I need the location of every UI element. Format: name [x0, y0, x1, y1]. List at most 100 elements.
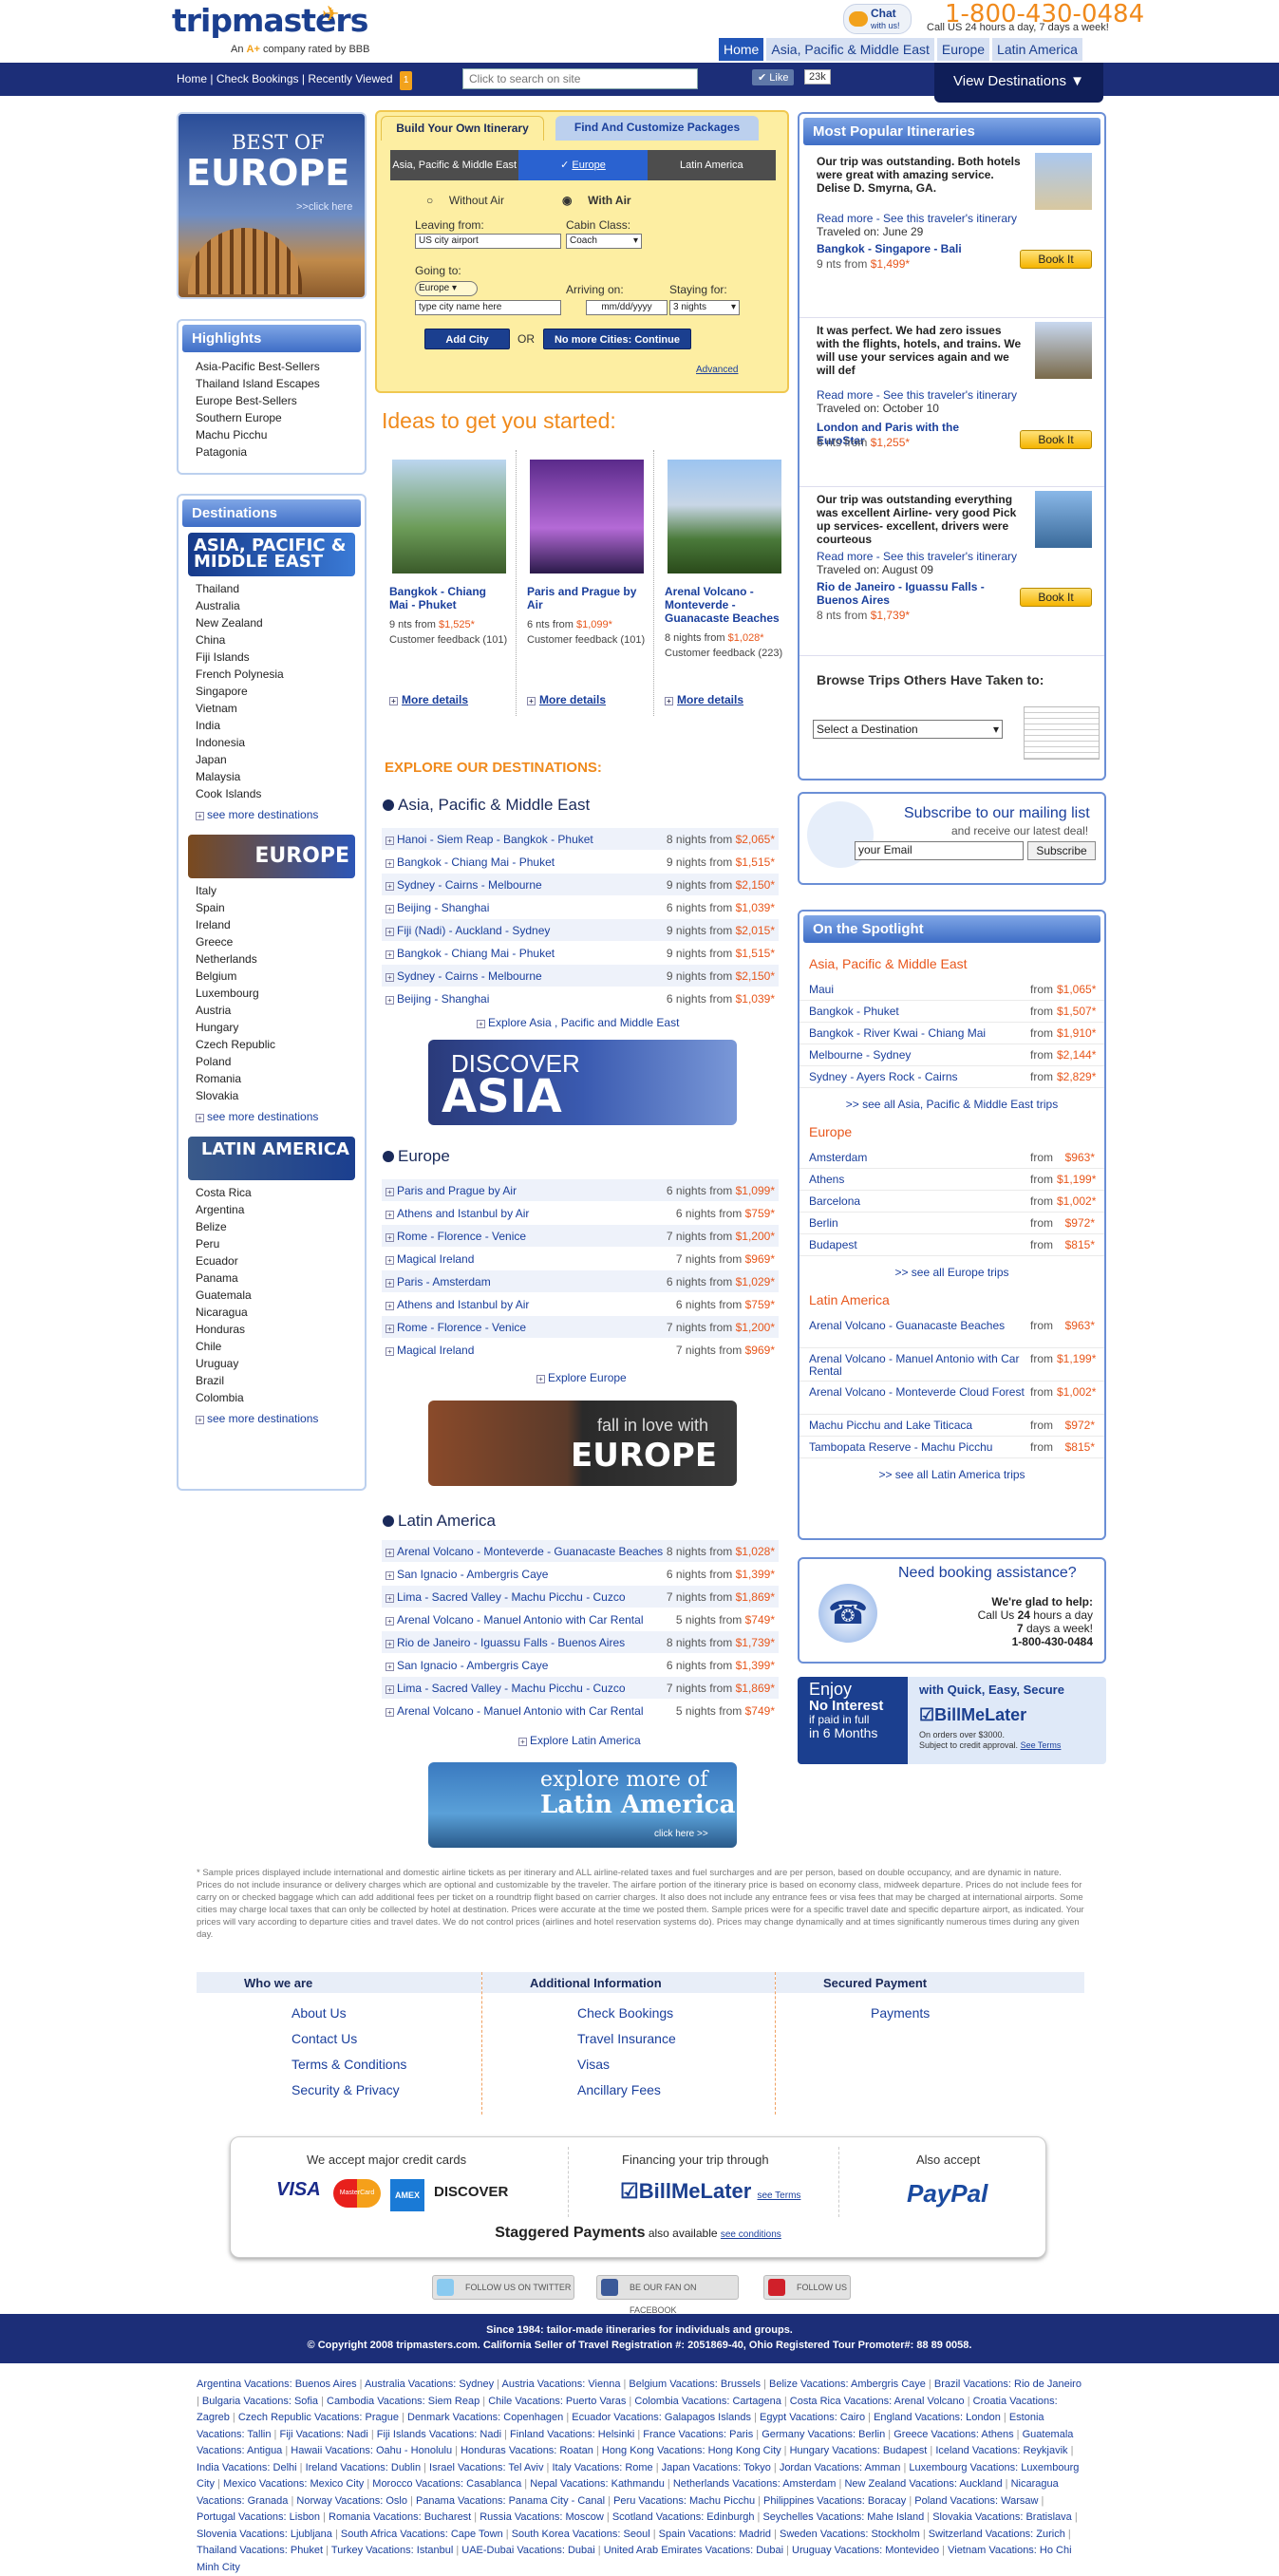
vacation-link[interactable]: Greece Vacations: Athens — [893, 2429, 1013, 2440]
europe-destination-link[interactable]: Italy — [179, 882, 365, 899]
tab-find-packages[interactable]: Find And Customize Packages — [555, 116, 759, 141]
expand-plus-icon[interactable]: + — [386, 859, 394, 868]
spotlight-name[interactable]: Barcelona — [809, 1191, 1030, 1212]
vacation-link[interactable]: UAE-Dubai Vacations: Dubai — [461, 2545, 594, 2556]
vacation-link[interactable]: Czech Republic Vacations: Prague — [238, 2412, 399, 2423]
spotlight-row[interactable]: Athens from $1,199* — [799, 1169, 1104, 1191]
latin-destination-link[interactable]: Belize — [179, 1218, 365, 1235]
trip-name[interactable]: + Paris and Prague by Air — [386, 1179, 667, 1201]
europe-destination-link[interactable]: Netherlands — [179, 950, 365, 968]
trip-name[interactable]: + Arenal Volcano - Manuel Antonio with Ca… — [386, 1608, 676, 1630]
tab-home[interactable]: Home — [719, 38, 764, 61]
idea-name[interactable]: Paris and Prague by Air — [527, 585, 644, 611]
trip-row[interactable]: + Fiji (Nadi) - Auckland - Sydney 9 nights… — [382, 919, 779, 942]
popular-trip-name[interactable]: Rio de Janeiro - Iguassu Falls - Buenos … — [817, 580, 1006, 607]
latin-destination-link[interactable]: Argentina — [179, 1201, 365, 1218]
asia-destination-link[interactable]: Vietnam — [179, 700, 365, 717]
idea-image[interactable] — [668, 460, 781, 573]
highlight-link[interactable]: Patagonia — [179, 443, 365, 461]
vacation-link[interactable]: Ireland Vacations: Dublin — [306, 2462, 421, 2473]
tab-latin-america[interactable]: Latin America — [992, 38, 1082, 61]
idea-feedback[interactable]: Customer feedback (223) — [665, 648, 792, 660]
europe-destination-link[interactable]: Romania — [179, 1070, 365, 1087]
see-conditions-link[interactable]: see conditions — [721, 2229, 781, 2240]
idea-more-details[interactable]: + More details — [665, 693, 743, 706]
staying-for-select[interactable]: 3 nights ▾ — [669, 300, 740, 315]
trip-row[interactable]: + Magical Ireland 7 nights from $969* — [382, 1248, 779, 1270]
vacation-link[interactable]: Thailand Vacations: Phuket — [197, 2545, 323, 2556]
spotlight-latin-see-all[interactable]: >> see all Latin America trips — [799, 1468, 1104, 1481]
highlight-link[interactable]: Europe Best-Sellers — [179, 392, 365, 409]
trip-name[interactable]: + San Ignacio - Ambergris Caye — [386, 1654, 667, 1676]
idea-name[interactable]: Arenal Volcano - Monteverde - Guanacaste… — [665, 585, 782, 625]
vacation-link[interactable]: Philippines Vacations: Boracay — [763, 2495, 906, 2507]
vacation-link[interactable]: Colombia Vacations: Cartagena — [634, 2396, 781, 2407]
going-to-select[interactable]: Europe ▾ — [415, 281, 478, 296]
continue-button[interactable]: No more Cities: Continue — [543, 329, 691, 349]
expand-plus-icon[interactable]: + — [386, 1663, 394, 1671]
expand-plus-icon[interactable]: + — [386, 1279, 394, 1288]
browse-destination-select[interactable]: Select a Destination ▾ — [813, 720, 1003, 739]
spotlight-row[interactable]: Berlin from $972* — [799, 1213, 1104, 1234]
bestof-click[interactable]: >>click here — [296, 201, 352, 213]
spotlight-name[interactable]: Arenal Volcano - Monteverde Cloud Forest — [809, 1382, 1030, 1414]
trip-name[interactable]: + Sydney - Cairns - Melbourne — [386, 965, 667, 987]
vacation-link[interactable]: Romania Vacations: Bucharest — [329, 2511, 471, 2523]
best-of-europe-banner[interactable]: BEST OF EUROPE >>click here — [177, 112, 367, 299]
expand-plus-icon[interactable]: + — [386, 1233, 394, 1242]
mailing-email-input[interactable]: your Email — [855, 841, 1024, 860]
vacation-link[interactable]: Brazil Vacations: Rio de Janeiro — [934, 2379, 1082, 2390]
trip-row[interactable]: + Athens and Istanbul by Air 6 nights from… — [382, 1293, 779, 1316]
trip-name[interactable]: + Arenal Volcano - Manuel Antonio with Ca… — [386, 1700, 676, 1721]
asia-destination-link[interactable]: French Polynesia — [179, 666, 365, 683]
vacation-link[interactable]: Israel Vacations: Tel Aviv — [429, 2462, 543, 2473]
logo[interactable]: tripmasters ✈ — [172, 2, 368, 40]
vacation-link[interactable]: Austria Vacations: Vienna — [501, 2379, 620, 2390]
spotlight-row[interactable]: Machu Picchu and Lake Titicaca from $972* — [799, 1415, 1104, 1437]
vacation-link[interactable]: Hawaii Vacations: Oahu - Honolulu — [291, 2445, 452, 2456]
trip-row[interactable]: + Beijing - Shanghai 6 nights from $1,039* — [382, 987, 779, 1010]
advanced-link[interactable]: Advanced — [696, 365, 738, 375]
trip-row[interactable]: + Bangkok - Chiang Mai - Phuket 9 nights f… — [382, 851, 779, 874]
vacation-link[interactable]: Chile Vacations: Puerto Varas — [488, 2396, 626, 2407]
vacation-link[interactable]: Italy Vacations: Rome — [552, 2462, 652, 2473]
spotlight-row[interactable]: Arenal Volcano - Manuel Antonio with Car… — [799, 1348, 1104, 1382]
vacation-link[interactable]: Russia Vacations: Moscow — [480, 2511, 604, 2523]
trip-name[interactable]: + Rio de Janeiro - Iguassu Falls - Buenos… — [386, 1631, 667, 1653]
latin-destination-link[interactable]: Uruguay — [179, 1355, 365, 1372]
idea-image[interactable] — [529, 460, 644, 573]
idea-image[interactable] — [391, 460, 506, 573]
trip-row[interactable]: + Bangkok - Chiang Mai - Phuket 9 nights f… — [382, 942, 779, 965]
popular-trip-name[interactable]: Bangkok - Singapore - Bali — [817, 242, 1006, 255]
spotlight-row[interactable]: Bangkok - Phuket from $1,507* — [799, 1001, 1104, 1023]
trip-name[interactable]: + Bangkok - Chiang Mai - Phuket — [386, 942, 667, 964]
asia-destination-link[interactable]: Australia — [179, 597, 365, 614]
vacation-link[interactable]: Panama Vacations: Panama City - Canal — [416, 2495, 605, 2507]
latin-destination-link[interactable]: Brazil — [179, 1372, 365, 1389]
vacation-link[interactable]: Argentina Vacations: Buenos Aires — [197, 2379, 357, 2390]
spotlight-europe-see-all[interactable]: >> see all Europe trips — [799, 1266, 1104, 1279]
trip-row[interactable]: + Sydney - Cairns - Melbourne 9 nights fro… — [382, 874, 779, 896]
idea-card[interactable]: Bangkok - Chiang Mai - Phuket 9 nts from… — [382, 450, 517, 716]
spotlight-row[interactable]: Maui from $1,065* — [799, 979, 1104, 1001]
explore-latin-banner[interactable]: explore more of Latin America click here… — [428, 1762, 737, 1848]
vacation-link[interactable]: Spain Vacations: Madrid — [659, 2529, 771, 2540]
read-more-link[interactable]: Read more - See this traveler's itinerar… — [817, 388, 1017, 402]
vacation-link[interactable]: United Arab Emirates Vacations: Dubai — [604, 2545, 783, 2556]
vacation-link[interactable]: Finland Vacations: Helsinki — [510, 2429, 634, 2440]
asia-see-more[interactable]: + see more destinations — [179, 808, 365, 821]
vacation-link[interactable]: Iceland Vacations: Reykjavik — [935, 2445, 1067, 2456]
trip-name[interactable]: + Athens and Istanbul by Air — [386, 1202, 676, 1224]
spotlight-name[interactable]: Tambopata Reserve - Machu Picchu — [809, 1437, 1030, 1457]
europe-see-more[interactable]: + see more destinations — [179, 1110, 365, 1123]
spotlight-name[interactable]: Maui — [809, 979, 1030, 1000]
vacation-link[interactable]: Belize Vacations: Ambergris Caye — [769, 2379, 926, 2390]
popular-image[interactable] — [1035, 322, 1092, 379]
vacation-link[interactable]: Australia Vacations: Sydney — [365, 2379, 494, 2390]
expand-plus-icon[interactable]: + — [386, 1211, 394, 1219]
popular-image[interactable] — [1035, 153, 1092, 210]
popular-image[interactable] — [1035, 491, 1092, 548]
latin-destination-link[interactable]: Costa Rica — [179, 1184, 365, 1201]
trip-row[interactable]: + Rome - Florence - Venice 7 nights from $… — [382, 1225, 779, 1248]
expand-plus-icon[interactable]: + — [386, 1347, 394, 1356]
